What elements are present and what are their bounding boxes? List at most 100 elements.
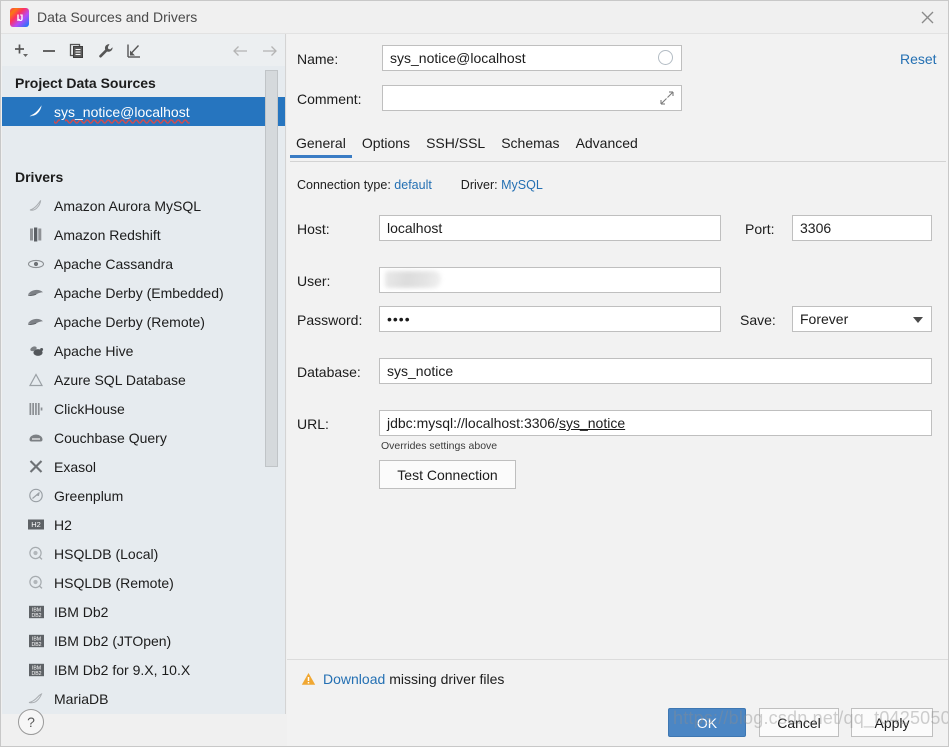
name-input[interactable] [382, 45, 682, 71]
driver-item-ibm-db2-9x-10x[interactable]: IBM DB2 IBM Db2 for 9.X, 10.X [2, 655, 285, 684]
tab-options[interactable]: Options [356, 130, 416, 157]
project-data-sources-header: Project Data Sources [15, 75, 156, 91]
driver-label: MariaDB [54, 690, 109, 707]
driver-label: Amazon Redshift [54, 226, 161, 243]
exasol-x-icon [26, 457, 46, 477]
duplicate-button[interactable] [66, 40, 88, 61]
driver-item-hsqldb-local[interactable]: HSQLDB (Local) [2, 539, 285, 568]
driver-item-greenplum[interactable]: Greenplum [2, 481, 285, 510]
database-input[interactable] [379, 358, 932, 384]
general-settings-panel: Name: Comment: Reset General Options SSH… [287, 34, 948, 659]
driver-item-apache-derby-remote[interactable]: Apache Derby (Remote) [2, 307, 285, 336]
svg-text:DB2: DB2 [31, 612, 41, 618]
clickhouse-icon [26, 399, 46, 419]
connection-type-value[interactable]: default [394, 178, 432, 192]
driver-item-clickhouse[interactable]: ClickHouse [2, 394, 285, 423]
url-input[interactable]: jdbc:mysql://localhost:3306/sys_notice [379, 410, 932, 436]
test-connection-button[interactable]: Test Connection [379, 460, 516, 489]
aurora-mysql-icon [26, 196, 46, 216]
forward-button[interactable] [258, 40, 280, 61]
import-arrow-icon[interactable] [123, 40, 145, 61]
driver-label: IBM Db2 for 9.X, 10.X [54, 661, 191, 678]
driver-item-azure-sql-database[interactable]: Azure SQL Database [2, 365, 285, 394]
intellij-idea-logo [10, 8, 29, 27]
sidebar-list: Project Data Sources sys_notice@localhos… [2, 66, 285, 714]
mysql-dolphin-icon [26, 102, 46, 122]
remove-button[interactable] [38, 40, 60, 61]
database-label: Database: [297, 364, 361, 380]
close-icon[interactable] [904, 1, 948, 33]
color-circle-icon[interactable] [658, 50, 673, 65]
driver-item-apache-hive[interactable]: Apache Hive [2, 336, 285, 365]
connection-info-row: Connection type: default Driver: MySQL [297, 178, 543, 192]
tab-advanced[interactable]: Advanced [570, 130, 644, 157]
driver-item-apache-cassandra[interactable]: Apache Cassandra [2, 249, 285, 278]
driver-value[interactable]: MySQL [501, 178, 543, 192]
window-title: Data Sources and Drivers [37, 9, 198, 25]
ok-button[interactable]: OK [668, 708, 746, 737]
driver-label: Couchbase Query [54, 429, 167, 446]
driver-label: IBM Db2 [54, 603, 109, 620]
driver-label: Amazon Aurora MySQL [54, 197, 202, 214]
sidebar-scrollbar-thumb[interactable] [265, 70, 278, 467]
url-hint: Overrides settings above [381, 440, 498, 452]
driver-item-exasol[interactable]: Exasol [2, 452, 285, 481]
download-link[interactable]: Download [323, 671, 385, 687]
reset-link[interactable]: Reset [900, 51, 937, 67]
warning-triangle-icon [301, 672, 316, 686]
apply-button[interactable]: Apply [851, 708, 933, 737]
help-button[interactable]: ? [18, 709, 44, 735]
cassandra-eye-icon [26, 254, 46, 274]
driver-label: Greenplum [54, 487, 124, 504]
driver-item-h2[interactable]: H2 H2 [2, 510, 285, 539]
tab-ssh-ssl[interactable]: SSH/SSL [420, 130, 491, 157]
driver-item-apache-derby-embedded[interactable]: Apache Derby (Embedded) [2, 278, 285, 307]
wrench-icon[interactable] [95, 40, 117, 61]
url-prefix: jdbc:mysql://localhost:3306/ [387, 415, 559, 431]
svg-text:DB2: DB2 [31, 641, 41, 647]
sidebar-toolbar [2, 34, 285, 66]
name-label: Name: [297, 51, 339, 67]
mariadb-icon [26, 689, 46, 709]
driver-label: IBM Db2 (JTOpen) [54, 632, 172, 649]
url-db-segment: sys_notice [558, 415, 626, 431]
hsqldb-icon [26, 544, 46, 564]
tab-schemas[interactable]: Schemas [495, 130, 565, 157]
sidebar: Project Data Sources sys_notice@localhos… [2, 34, 286, 714]
expand-icon[interactable] [660, 91, 674, 105]
driver-item-couchbase-query[interactable]: Couchbase Query [2, 423, 285, 452]
missing-driver-warning: Download missing driver files [301, 671, 504, 687]
svg-text:H2: H2 [31, 520, 41, 529]
driver-item-mariadb[interactable]: MariaDB [2, 684, 285, 713]
back-button[interactable] [230, 40, 252, 61]
add-button[interactable] [10, 40, 32, 61]
dialog-footer: Download missing driver files OK Cancel … [287, 659, 948, 746]
sidebar-item-sys-notice[interactable]: sys_notice@localhost [2, 97, 285, 126]
driver-label: Apache Derby (Remote) [54, 313, 205, 330]
comment-input[interactable] [382, 85, 682, 111]
driver-item-ibm-db2[interactable]: IBM DB2 IBM Db2 [2, 597, 285, 626]
driver-label: ClickHouse [54, 400, 125, 417]
chevron-down-icon [913, 317, 923, 323]
driver-item-amazon-aurora-mysql[interactable]: Amazon Aurora MySQL [2, 191, 285, 220]
driver-label: HSQLDB (Local) [54, 545, 159, 562]
ibm-db2-icon: IBM DB2 [26, 660, 46, 680]
password-label: Password: [297, 312, 363, 328]
driver-item-amazon-redshift[interactable]: Amazon Redshift [2, 220, 285, 249]
driver-label: Azure SQL Database [54, 371, 186, 388]
password-input[interactable] [379, 306, 721, 332]
host-label: Host: [297, 221, 330, 237]
h2-icon: H2 [26, 515, 46, 535]
save-dropdown[interactable]: Forever [792, 306, 932, 332]
driver-label: Exasol [54, 458, 97, 475]
driver-item-ibm-db2-jtopen[interactable]: IBM DB2 IBM Db2 (JTOpen) [2, 626, 285, 655]
tab-general[interactable]: General [290, 130, 352, 158]
host-input[interactable] [379, 215, 721, 241]
driver-item-hsqldb-remote[interactable]: HSQLDB (Remote) [2, 568, 285, 597]
cancel-button[interactable]: Cancel [759, 708, 839, 737]
driver-label: Driver: [460, 178, 498, 192]
driver-label: H2 [54, 516, 72, 533]
derby-icon [26, 312, 46, 332]
port-input[interactable] [792, 215, 932, 241]
